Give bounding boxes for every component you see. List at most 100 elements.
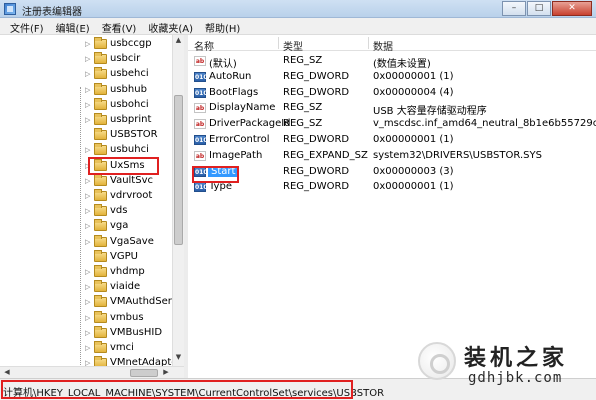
value-row[interactable]: 010 ErrorControl REG_DWORD 0x00000001 (1) <box>188 132 596 148</box>
value-data: 0x00000004 (4) <box>373 86 454 98</box>
tree-item[interactable]: ▷ viaide <box>0 280 176 295</box>
value-data: 0x00000001 (1) <box>373 70 454 82</box>
tree-vertical-scrollbar[interactable]: ▲ ▼ <box>172 35 184 366</box>
expand-arrow-icon[interactable]: ▷ <box>85 116 90 124</box>
tree-item-label: vga <box>110 220 129 232</box>
tree-item[interactable]: ▷ usbehci <box>0 67 176 82</box>
tree-horizontal-scrollbar[interactable]: ◀ ▶ <box>0 366 184 378</box>
tree-item[interactable]: ▷ vga <box>0 219 176 234</box>
value-data: system32\DRIVERS\USBSTOR.SYS <box>373 149 542 161</box>
expand-arrow-icon[interactable]: ▷ <box>85 359 90 366</box>
folder-icon <box>94 295 107 308</box>
folder-icon <box>94 37 107 49</box>
expand-arrow-icon[interactable]: ▷ <box>85 222 90 230</box>
expand-arrow-icon[interactable]: ▷ <box>85 70 90 78</box>
expand-arrow-icon[interactable]: ▷ <box>85 344 90 352</box>
tree-item[interactable]: ▷ usbcir <box>0 52 176 67</box>
registry-tree-pane[interactable]: ▷ usbccgp ▷ usbcir ▷ usbehci ▷ usbhub ▷ usbohci ▷ u… <box>0 35 184 366</box>
close-button[interactable]: ✕ <box>552 1 592 16</box>
menu-help[interactable]: 帮助(H) <box>199 18 246 35</box>
expand-arrow-icon[interactable]: ▷ <box>85 298 90 306</box>
tree-item[interactable]: ▷ VaultSvc <box>0 173 176 189</box>
menu-edit[interactable]: 编辑(E) <box>50 18 96 35</box>
value-row[interactable]: 010 Start REG_DWORD 0x00000003 (3) <box>188 164 596 180</box>
folder-icon <box>94 52 107 65</box>
tree-item[interactable]: ▷ VMnetAdapter <box>0 356 182 366</box>
tree-item[interactable]: ▷ usbccgp <box>0 37 176 52</box>
value-row[interactable]: ab ImagePath REG_EXPAND_SZ system32\DRIVERS… <box>188 148 596 164</box>
expand-arrow-icon[interactable]: ▷ <box>85 192 90 200</box>
column-separator[interactable] <box>368 37 369 49</box>
tree-item[interactable]: ▷ vmci <box>0 341 176 356</box>
minimize-button[interactable]: – <box>502 1 526 16</box>
dword-value-icon: 010 <box>194 87 208 98</box>
value-type: REG_SZ <box>283 118 323 130</box>
tree-item[interactable]: ▷ usbohci <box>0 97 176 113</box>
tree-item-label: VaultSvc <box>110 174 153 186</box>
tree-item-label: VMBusHID <box>110 326 163 338</box>
column-separator[interactable] <box>278 37 279 49</box>
menu-file[interactable]: 文件(F) <box>4 18 50 35</box>
tree-item[interactable]: ▷ VMAuthdService <box>0 295 183 310</box>
expand-arrow-icon[interactable]: ▷ <box>85 268 90 276</box>
tree-item[interactable]: ▷ usbhub <box>0 82 176 98</box>
expand-arrow-icon[interactable]: ▷ <box>85 101 90 109</box>
tree-item[interactable]: ▷ vhdmp <box>0 265 176 280</box>
value-row[interactable]: ab (默认) REG_SZ (数值未设置) <box>188 53 596 70</box>
column-type-header[interactable]: 类型 <box>283 38 303 53</box>
tree-item-label: usbuhci <box>110 144 149 156</box>
expand-arrow-icon[interactable]: ▷ <box>85 146 90 154</box>
tree-item-label: viaide <box>110 281 141 293</box>
value-type: REG_DWORD <box>283 165 350 177</box>
value-type: REG_DWORD <box>283 86 350 98</box>
tree-item[interactable]: ▷ VMBusHID <box>0 325 176 341</box>
tree-scroll-thumb[interactable] <box>174 95 183 245</box>
expand-arrow-icon[interactable]: ▷ <box>85 329 90 337</box>
folder-icon <box>94 128 107 141</box>
tree-item[interactable]: ▷ vmbus <box>0 310 176 326</box>
usbstor-highlight-box <box>88 157 159 175</box>
column-data-header[interactable]: 数据 <box>373 38 393 53</box>
tree-item-label: usbohci <box>110 98 149 110</box>
scroll-up-arrow-icon[interactable]: ▲ <box>173 36 184 48</box>
expand-arrow-icon[interactable]: ▷ <box>85 283 90 291</box>
menu-favorites[interactable]: 收藏夹(A) <box>142 18 199 35</box>
tree-item[interactable]: USBSTOR <box>0 128 176 143</box>
expand-arrow-icon[interactable]: ▷ <box>85 55 90 63</box>
expand-arrow-icon[interactable]: ▷ <box>85 207 90 215</box>
tree-item[interactable]: ▷ VgaSave <box>0 234 176 250</box>
dword-value-icon: 010 <box>194 71 208 82</box>
menu-view[interactable]: 查看(V) <box>96 18 143 35</box>
value-row[interactable]: ab DisplayName REG_SZ USB 大容量存储驱动程序 <box>188 100 596 117</box>
value-row[interactable]: 010 AutoRun REG_DWORD 0x00000001 (1) <box>188 69 596 85</box>
value-name: Type <box>209 181 232 193</box>
tree-item[interactable]: ▷ vdrvroot <box>0 189 176 204</box>
string-value-icon: ab <box>194 56 206 66</box>
expand-arrow-icon[interactable]: ▷ <box>85 238 90 246</box>
value-row[interactable]: ab DriverPackageId REG_SZ v_mscdsc.inf_amd6… <box>188 116 596 132</box>
registry-values-pane[interactable]: 名称 类型 数据 ab (默认) REG_SZ (数值未设置) 010 AutoRun RE… <box>188 35 596 378</box>
tree-item[interactable]: VGPU <box>0 249 176 265</box>
watermark-title: 装机之家 <box>464 345 569 371</box>
value-data: v_mscdsc.inf_amd64_neutral_8b1e6b55729c3… <box>373 118 596 130</box>
expand-arrow-icon[interactable]: ▷ <box>85 177 90 185</box>
expand-arrow-icon[interactable]: ▷ <box>85 314 90 322</box>
expand-arrow-icon[interactable]: ▷ <box>85 40 90 48</box>
tree-hscroll-thumb[interactable] <box>130 369 158 377</box>
value-row[interactable]: 010 BootFlags REG_DWORD 0x00000004 (4) <box>188 85 596 101</box>
string-value-icon: ab <box>194 150 206 161</box>
tree-item[interactable]: ▷ vds <box>0 204 176 219</box>
value-type: REG_DWORD <box>283 70 350 82</box>
value-data: (数值未设置) <box>373 59 431 70</box>
scroll-right-arrow-icon[interactable]: ▶ <box>160 368 172 378</box>
tree-item-label: VgaSave <box>110 235 154 247</box>
value-data: 0x00000003 (3) <box>373 165 454 177</box>
scroll-left-arrow-icon[interactable]: ◀ <box>1 368 13 378</box>
value-row[interactable]: 010 Type REG_DWORD 0x00000001 (1) <box>188 179 596 195</box>
maximize-button[interactable]: □ <box>527 1 551 16</box>
expand-arrow-icon[interactable]: ▷ <box>85 86 90 94</box>
tree-item[interactable]: ▷ usbprint <box>0 113 176 128</box>
start-highlight-box <box>192 166 239 183</box>
column-name-header[interactable]: 名称 <box>194 38 214 53</box>
scroll-down-arrow-icon[interactable]: ▼ <box>173 353 184 365</box>
